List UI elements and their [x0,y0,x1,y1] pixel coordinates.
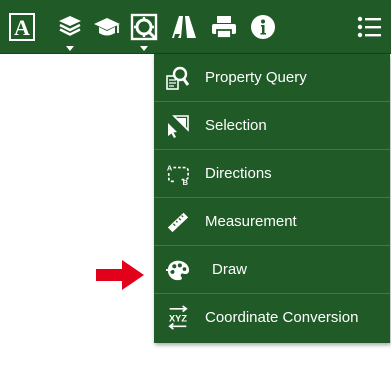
menu-item-label: Directions [205,165,272,182]
svg-text:B: B [183,178,188,186]
menu-item-label: Measurement [205,213,297,230]
map-road-button[interactable] [166,0,202,54]
red-right-arrow-icon [96,260,144,290]
print-button[interactable] [206,0,242,54]
app-window: A Property Query Selection A B Direction… [0,0,391,375]
main-toolbar: A [0,0,391,54]
xyz-conversion-icon: XYZ [166,305,190,330]
info-button[interactable] [245,0,281,54]
selection-icon [166,114,190,138]
tools-dropdown-caret [140,46,148,51]
menu-item-measurement[interactable]: Measurement [154,198,390,246]
menu-item-label: Selection [205,117,267,134]
tools-dropdown-menu: Property Query Selection A B Directions … [154,54,390,343]
ruler-icon [166,210,190,234]
text-tool-button[interactable]: A [4,0,40,54]
info-icon [251,15,275,39]
text-a-icon: A [9,13,35,41]
printer-icon [212,16,236,39]
menu-item-selection[interactable]: Selection [154,102,390,150]
svg-text:A: A [167,163,173,172]
menu-item-coordinate-conversion[interactable]: XYZ Coordinate Conversion [154,294,390,342]
map-road-icon [172,16,196,38]
menu-item-label: Coordinate Conversion [205,309,359,326]
palette-icon [166,258,190,282]
tools-icon [130,13,158,41]
menu-item-label: Property Query [205,69,307,86]
menu-item-label: Draw [212,261,248,278]
menu-item-directions[interactable]: A B Directions [154,150,390,198]
menu-item-property-query[interactable]: Property Query [154,54,390,102]
svg-text:XYZ: XYZ [169,314,187,324]
property-query-icon [166,66,190,90]
layers-dropdown-caret [66,46,74,51]
layers-icon [59,16,81,36]
menu-item-draw[interactable]: Draw [154,246,390,294]
layers-button[interactable] [52,0,88,54]
directions-icon: A B [166,162,190,186]
tutorial-button[interactable] [89,0,125,54]
legend-button[interactable] [351,0,387,54]
tools-button[interactable] [126,0,162,54]
graduation-cap-icon [94,18,120,36]
list-icon [357,16,381,38]
svg-text:A: A [14,15,30,40]
